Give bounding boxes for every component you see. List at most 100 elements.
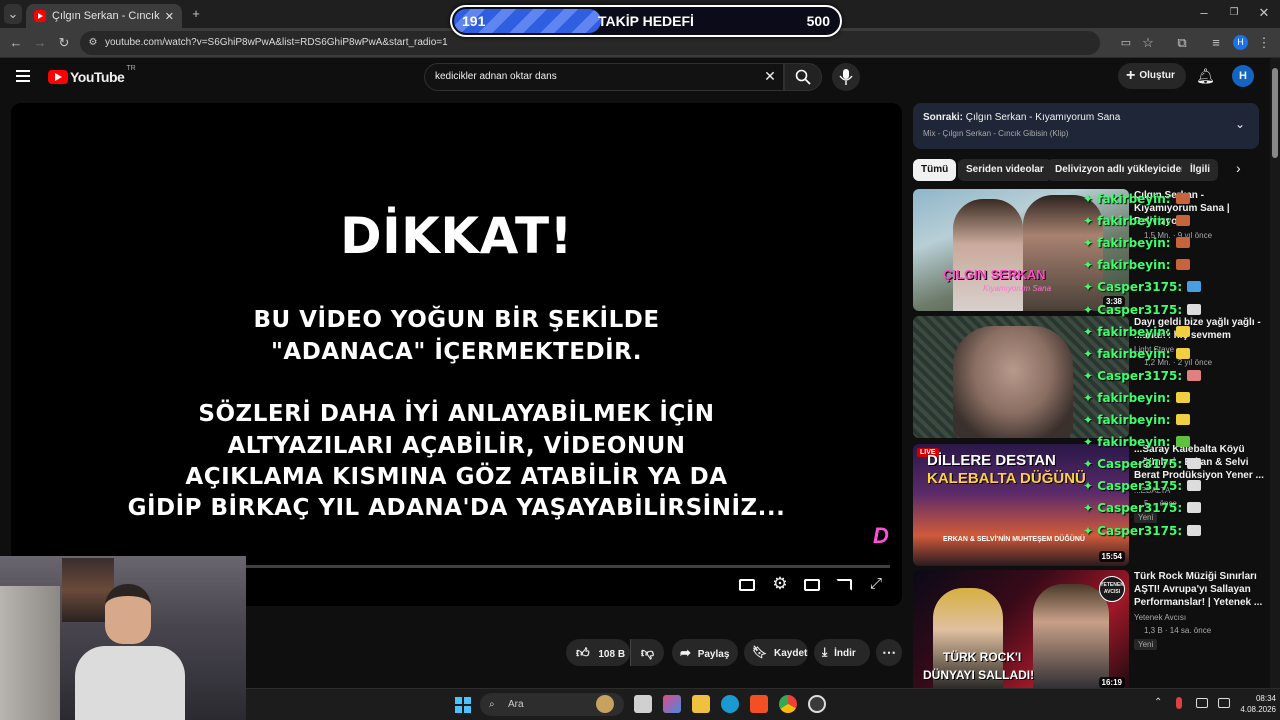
search-button[interactable]: [784, 63, 822, 91]
taskbar-store-icon[interactable]: [750, 695, 768, 713]
reload-icon[interactable]: ↻: [54, 33, 74, 53]
new-tab-icon[interactable]: +: [186, 4, 206, 24]
sparkle-badge-icon: ✦: [1083, 214, 1098, 229]
next-prefix: Sonraki:: [923, 112, 964, 123]
browser-tab-active[interactable]: Çılgın Serkan - Cıncık Gibisin (K ✕: [26, 4, 182, 28]
voice-search-button[interactable]: [832, 63, 860, 91]
maximize-icon[interactable]: ❐: [1224, 3, 1244, 23]
hamburger-menu-icon[interactable]: [16, 70, 30, 82]
tab-close-icon[interactable]: ✕: [165, 10, 174, 23]
chip-uploader[interactable]: Delivizyon adlı yükleyiciden: [1047, 159, 1196, 181]
windows-start-icon[interactable]: [455, 697, 471, 713]
subtitles-icon[interactable]: [739, 579, 755, 591]
tray-display-icon[interactable]: [1196, 698, 1208, 708]
youtube-logo[interactable]: YouTube TR: [48, 65, 136, 85]
taskbar-task-view-icon[interactable]: [634, 695, 652, 713]
expand-chevron-icon[interactable]: ⌄: [1235, 117, 1245, 131]
tray-chevron-icon[interactable]: ⌃: [1154, 697, 1162, 708]
chat-message: ✦ fakirbeyin:: [1083, 435, 1190, 449]
forward-icon[interactable]: →: [30, 33, 50, 53]
create-label: Oluştur: [1139, 70, 1175, 81]
notifications-bell-icon[interactable]: 🔔︎: [1196, 67, 1215, 85]
youtube-logo-text: YouTube: [70, 69, 125, 85]
mix-playlist-panel[interactable]: Sonraki: Çılgın Serkan - Kıyamıyorum San…: [913, 103, 1259, 149]
duration-badge: 16:19: [1098, 677, 1125, 688]
taskbar-edge-icon[interactable]: [721, 695, 739, 713]
chat-message: ✦ fakirbeyin:: [1083, 413, 1190, 427]
plus-icon: +: [1126, 67, 1136, 84]
page-scrollbar[interactable]: [1270, 58, 1280, 688]
emote-icon: [1175, 436, 1190, 448]
search-input[interactable]: kedicikler adnan oktar dans: [424, 63, 784, 91]
sparkle-badge-icon: ✦: [1083, 258, 1098, 273]
chat-username: Casper3175:: [1097, 501, 1183, 516]
site-info-icon[interactable]: ⚙: [86, 33, 100, 53]
minimize-icon[interactable]: –: [1194, 3, 1214, 23]
video-player[interactable]: DİKKAT! BU VİDEO YOĞUN BİR ŞEKİLDE "ADAN…: [11, 103, 902, 606]
share-label: Paylaş: [697, 649, 730, 660]
extensions-icon[interactable]: ⧉: [1172, 33, 1192, 53]
warning-line-5: AÇIKLAMA KISMINA GÖZ ATABİLİR YA DA: [185, 464, 728, 490]
tray-clock[interactable]: 08:34 4.08.2026: [1240, 693, 1276, 715]
install-app-icon[interactable]: ▭: [1118, 33, 1134, 53]
download-label: İndir: [834, 648, 856, 659]
chip-all[interactable]: Tümü: [913, 159, 957, 181]
sparkle-badge-icon: ✦: [1083, 192, 1098, 206]
account-avatar[interactable]: H: [1232, 65, 1254, 87]
more-actions-button[interactable]: ⋯: [876, 639, 902, 666]
curtain-image: [0, 586, 60, 720]
sparkle-badge-icon: ✦: [1083, 324, 1098, 339]
warning-line-2: "ADANACA" İÇERMEKTEDİR.: [270, 339, 643, 365]
browser-profile-avatar[interactable]: H: [1233, 35, 1248, 50]
browser-menu-icon[interactable]: ⋮: [1256, 33, 1272, 53]
thumbs-down-icon: 👎︎: [640, 645, 655, 660]
chat-username: fakirbeyin:: [1097, 236, 1171, 251]
warning-line-3: SÖZLERİ DAHA İYİ ANLAYABİLMEK İÇİN: [198, 401, 715, 427]
emote-icon: [1175, 325, 1190, 337]
tray-wifi-icon[interactable]: [1218, 698, 1230, 708]
taskbar-file-explorer-icon[interactable]: [692, 695, 710, 713]
create-button[interactable]: + Oluştur: [1118, 63, 1186, 89]
chip-series[interactable]: Seriden videolar: [958, 159, 1052, 181]
bookmark-star-icon[interactable]: ☆: [1140, 33, 1156, 53]
follower-goal-bar: 191 TAKİP HEDEFİ 500: [450, 5, 842, 37]
tab-list-chevron-icon[interactable]: ⌄: [4, 4, 22, 24]
chip-related[interactable]: İlgili: [1182, 159, 1218, 181]
video-channel-4: Yetenek Avcısı: [1134, 613, 1187, 622]
sparkle-badge-icon: ✦: [1083, 236, 1098, 251]
download-icon: ⤓: [822, 645, 828, 659]
video-title-4[interactable]: Türk Rock Müziği Sınırları AŞTI! Avrupa'…: [1134, 570, 1264, 609]
theater-mode-icon[interactable]: [804, 579, 820, 591]
back-icon[interactable]: ←: [6, 33, 26, 53]
taskbar-office-icon[interactable]: [663, 695, 681, 713]
clear-search-icon[interactable]: ✕: [762, 68, 778, 84]
thumb-3-title: DİLLERE DESTAN: [927, 452, 1056, 469]
warning-line-6: GİDİP BİRKAÇ YIL ADANA'DA YAŞAYABİLİRSİN…: [127, 495, 786, 521]
cast-icon[interactable]: [836, 579, 852, 591]
close-window-icon[interactable]: ✕: [1254, 3, 1274, 23]
fullscreen-icon[interactable]: ⤢: [867, 575, 885, 593]
sparkle-badge-icon: ✦: [1083, 368, 1098, 383]
save-button[interactable]: 🔖︎ Kaydet: [744, 639, 808, 666]
settings-gear-icon[interactable]: ⚙: [771, 575, 789, 593]
share-icon: ➦: [680, 645, 691, 660]
download-button[interactable]: ⤓ İndir: [814, 639, 870, 666]
emote-icon: [1175, 414, 1190, 425]
warning-heading: DİKKAT!: [340, 207, 573, 265]
like-button[interactable]: 👍︎ 108 B: [566, 639, 630, 666]
dislike-button[interactable]: 👎︎: [630, 639, 664, 666]
video-thumbnail-4[interactable]: YETENEK AVCISI TÜRK ROCK'I DÜNYAYI SALLA…: [913, 570, 1129, 692]
tray-mic-icon[interactable]: [1176, 697, 1182, 709]
clock-date: 4.08.2026: [1240, 705, 1276, 714]
chips-next-chevron-icon[interactable]: ›: [1236, 160, 1241, 176]
reading-list-icon[interactable]: ≡: [1206, 33, 1226, 53]
streamer-webcam: [0, 556, 246, 720]
taskbar-obs-icon[interactable]: [808, 695, 826, 713]
scrollbar-thumb[interactable]: [1272, 68, 1278, 158]
taskbar-chrome-icon[interactable]: [779, 695, 797, 713]
like-count: 108 B: [598, 649, 626, 660]
taskbar-app-character-icon[interactable]: [596, 695, 614, 713]
share-button[interactable]: ➦ Paylaş: [672, 639, 738, 666]
thumbs-up-icon: 👍︎: [576, 645, 590, 660]
thumb-3-subtitle: KALEBALTA DÜĞÜNÜ: [927, 470, 1086, 487]
